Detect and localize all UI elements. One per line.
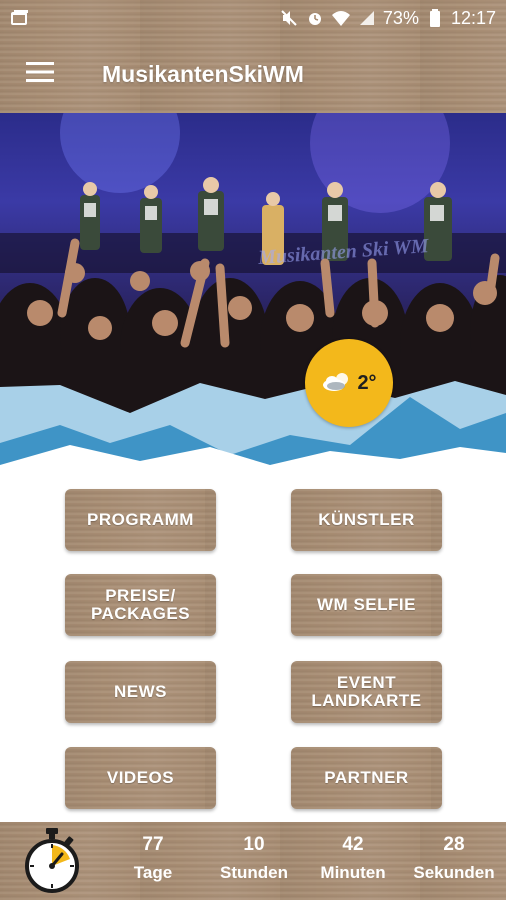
countdown-hours-label: Stunden: [220, 863, 288, 882]
wm-selfie-button[interactable]: WM SELFIE: [291, 574, 442, 636]
countdown-minutes-value: 42: [342, 834, 364, 855]
cloud-sun-icon: [321, 370, 353, 397]
weather-temperature: 2°: [357, 371, 377, 394]
hamburger-menu-icon: [26, 61, 54, 88]
countdown-days-value: 77: [142, 834, 164, 855]
countdown-seconds-label: Sekunden: [413, 863, 495, 882]
countdown-minutes: 42 Minuten: [308, 834, 398, 884]
mute-icon: [279, 8, 299, 28]
videos-button[interactable]: VIDEOS: [65, 747, 216, 809]
weather-badge[interactable]: 2°: [305, 339, 393, 427]
gallery-icon: [10, 8, 30, 28]
menu-button[interactable]: [0, 36, 80, 113]
countdown-days: 77 Tage: [108, 834, 198, 884]
countdown-hours-value: 10: [243, 834, 265, 855]
app-bar: MusikantenSkiWM: [0, 36, 506, 113]
countdown-seconds: 28 Sekunden: [409, 834, 499, 884]
concert-image: [0, 113, 506, 468]
countdown-hours: 10 Stunden: [209, 834, 299, 884]
menu-grid: PROGRAMM KÜNSTLER PREISE/ PACKAGES WM SE…: [0, 468, 506, 822]
preise-packages-button[interactable]: PREISE/ PACKAGES: [65, 574, 216, 636]
hero-banner: Musikanten Ski WM: [0, 113, 506, 468]
battery-icon: [425, 8, 445, 28]
alarm-icon: [305, 8, 325, 28]
event-landkarte-button[interactable]: EVENT LANDKARTE: [291, 661, 442, 723]
countdown-minutes-label: Minuten: [320, 863, 386, 882]
status-bar: 73% 12:17: [0, 0, 506, 36]
wifi-icon: [331, 8, 351, 28]
programm-button[interactable]: PROGRAMM: [65, 489, 216, 551]
partner-button[interactable]: PARTNER: [291, 747, 442, 809]
countdown-bar: 77 Tage 10 Stunden 42 Minuten 28 Sekunde…: [0, 822, 506, 900]
status-time: 12:17: [450, 7, 496, 28]
battery-percent: 73%: [382, 7, 419, 28]
app-title: MusikantenSkiWM: [102, 61, 304, 87]
news-button[interactable]: NEWS: [65, 661, 216, 723]
countdown-seconds-value: 28: [443, 834, 465, 855]
countdown-days-label: Tage: [133, 863, 173, 882]
kuenstler-button[interactable]: KÜNSTLER: [291, 489, 442, 551]
stopwatch-icon: [22, 826, 82, 896]
signal-icon: [357, 8, 377, 28]
